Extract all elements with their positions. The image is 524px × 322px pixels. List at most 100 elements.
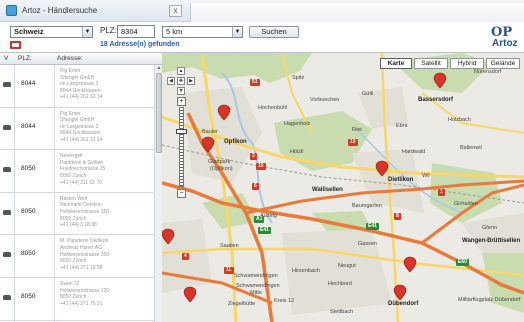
place-label: Gütli bbox=[362, 91, 374, 97]
row-address: M. Papeterie Oerlikon Andreas Hüner AG Hof… bbox=[60, 238, 152, 271]
zoom-in-button[interactable]: + bbox=[177, 97, 186, 106]
radius-value: 5 km bbox=[166, 27, 183, 36]
table-row[interactable]: 8044 Pig Emer Shengel GmbH nn Langstrasse 3… bbox=[0, 65, 154, 108]
chevron-down-icon[interactable]: ▼ bbox=[232, 27, 242, 37]
maptype-karte[interactable]: Karte bbox=[380, 58, 412, 69]
car-icon[interactable] bbox=[3, 209, 11, 215]
row-plz: 8050 bbox=[21, 165, 36, 173]
row-plz: 8050 bbox=[21, 207, 36, 215]
place-label: Militärflugplatz Dübendorf bbox=[458, 297, 521, 303]
car-icon[interactable] bbox=[3, 167, 11, 173]
road-badge: E41 bbox=[366, 223, 379, 230]
place-label: Wallisellen bbox=[312, 187, 343, 193]
place-label: Neugut bbox=[338, 263, 356, 269]
country-select[interactable]: Schweiz ▼ bbox=[10, 26, 93, 38]
plz-label: PLZ: bbox=[100, 26, 117, 35]
road-badge: 10 bbox=[348, 139, 358, 146]
address-line: nn Langstrasse 3 bbox=[60, 81, 99, 88]
pan-right-icon[interactable]: ▶ bbox=[187, 77, 195, 85]
place-label: Ziegelhütte bbox=[228, 301, 256, 307]
row-plz: 8044 bbox=[21, 122, 36, 130]
export-icon[interactable] bbox=[10, 41, 21, 49]
chevron-down-icon[interactable]: ▼ bbox=[82, 27, 92, 37]
car-icon[interactable] bbox=[3, 294, 11, 300]
table-row[interactable]: 8044 Pig Emer Shengel GmbH nn Langstrasse 3… bbox=[0, 108, 154, 151]
place-label: Saatlen bbox=[220, 243, 239, 249]
place-label: Hirzenbach bbox=[292, 268, 320, 274]
place-label: Wangen-Brüttisellen bbox=[462, 238, 521, 244]
row-address: Newergelt Papeterie & Geillen Friedriechst… bbox=[60, 153, 152, 186]
place-label: Gfenn bbox=[482, 225, 497, 231]
address-line: Shengel GmbH bbox=[60, 74, 95, 81]
row-plz: 8050 bbox=[21, 292, 36, 300]
place-label: Hölzli bbox=[290, 149, 304, 155]
place-label: Dietlikon bbox=[388, 177, 414, 183]
zoom-out-button[interactable]: − bbox=[177, 189, 186, 198]
road-badge: 16 bbox=[256, 163, 266, 170]
country-value: Schweiz bbox=[14, 27, 44, 36]
zoom-slider-knob[interactable] bbox=[176, 129, 187, 134]
table-row[interactable]: 8050 Rasten Welt Neumarkt Oerlikon Hofwiese… bbox=[0, 193, 154, 236]
radius-select[interactable]: 5 km ▼ bbox=[162, 26, 243, 38]
road-badge: 3 bbox=[250, 153, 257, 160]
place-label: Schwamendingen bbox=[236, 283, 280, 289]
address-line: 8050 Zürich bbox=[60, 258, 87, 265]
address-line: 8050 Zürich bbox=[60, 172, 87, 179]
pan-left-icon[interactable]: ◀ bbox=[167, 77, 175, 85]
road-badge: E41 bbox=[258, 227, 271, 234]
row-plz: 8044 bbox=[21, 80, 36, 87]
road-badge: E60 bbox=[456, 259, 469, 266]
map-nav-control: ▲ ◀ ✚ ▶ ▼ + − bbox=[167, 67, 195, 199]
pan-down-icon[interactable]: ▼ bbox=[177, 87, 185, 95]
row-address: Rasten Welt Neumarkt Oerlikon Hofwiesenstr… bbox=[60, 196, 152, 229]
address-line: Swan 12 bbox=[60, 280, 80, 287]
header-v[interactable]: V bbox=[4, 53, 8, 64]
header-address[interactable]: Adresse: bbox=[57, 53, 83, 64]
maptype-satellit[interactable]: Satellit bbox=[414, 58, 448, 69]
maptype-hybrid[interactable]: Hybrid bbox=[450, 58, 484, 69]
place-label: Holzbach bbox=[448, 117, 471, 123]
place-label: Hardwald bbox=[402, 149, 426, 155]
address-line: Hofwiesenstrasse 350 bbox=[60, 251, 110, 258]
address-line: +41 (44) 371 19 58 bbox=[60, 264, 103, 271]
list-scrollbar[interactable]: ▲ bbox=[154, 65, 162, 322]
address-line: M. Papeterie Oerlikon bbox=[60, 238, 109, 245]
address-line: Friedriechstrasse 25 bbox=[60, 166, 106, 173]
address-line: 8050 Zürich bbox=[60, 294, 87, 301]
place-label: Glattpark bbox=[208, 159, 231, 165]
address-line: +41 (44) 261 13 14 bbox=[60, 94, 103, 101]
search-button[interactable]: Suchen bbox=[249, 26, 299, 38]
row-plz: 8050 bbox=[21, 250, 36, 258]
address-line: Newergelt bbox=[60, 153, 83, 160]
address-line: Rasten Welt bbox=[60, 195, 88, 202]
road-badge: 51 bbox=[250, 79, 260, 86]
car-icon[interactable] bbox=[3, 124, 11, 130]
row-address: Swan 12 Hofwiesenstrasse 120 8050 Zürich +4… bbox=[60, 281, 152, 307]
road-badge: 1L bbox=[224, 267, 234, 274]
place-label: Wil bbox=[422, 173, 430, 179]
pan-center-icon[interactable]: ✚ bbox=[177, 77, 185, 85]
zoom-slider-track[interactable] bbox=[179, 107, 184, 187]
place-label: Spitz bbox=[292, 75, 305, 81]
place-label: Ebni bbox=[396, 123, 408, 129]
pan-up-icon[interactable]: ▲ bbox=[177, 67, 185, 75]
maptype-gelaende[interactable]: Gelände bbox=[486, 58, 520, 69]
table-row[interactable]: 8050 Newergelt Papeterie & Geillen Friedrie… bbox=[0, 150, 154, 193]
road-badge: 1 bbox=[438, 189, 445, 196]
car-icon[interactable] bbox=[3, 252, 11, 258]
place-label: Baumgarten bbox=[352, 203, 382, 209]
place-label: Vorbuechen bbox=[310, 97, 340, 103]
plz-input[interactable]: 8304 bbox=[117, 25, 155, 38]
place-label: Hochbord bbox=[328, 281, 352, 287]
place-label: Hagenholz bbox=[284, 121, 311, 127]
place-label: Dübendorf bbox=[388, 301, 419, 307]
car-icon[interactable] bbox=[3, 82, 11, 87]
close-tab-icon[interactable]: x bbox=[169, 5, 182, 17]
header-plz[interactable]: PLZ: bbox=[18, 53, 32, 64]
table-row[interactable]: 8050 M. Papeterie Oerlikon Andreas Hüner A… bbox=[0, 235, 154, 278]
table-row[interactable]: 8050 Swan 12 Hofwiesenstrasse 120 8050 Züri… bbox=[0, 278, 154, 321]
address-line: 8044 Gockhausen bbox=[60, 130, 101, 137]
map-view[interactable]: Karte Satellit Hybrid Gelände ▲ ◀ ✚ ▶ ▼ … bbox=[162, 52, 524, 322]
road-badge: 6 bbox=[252, 183, 259, 190]
address-line: +41 (44) 371 75 21 bbox=[60, 300, 103, 307]
